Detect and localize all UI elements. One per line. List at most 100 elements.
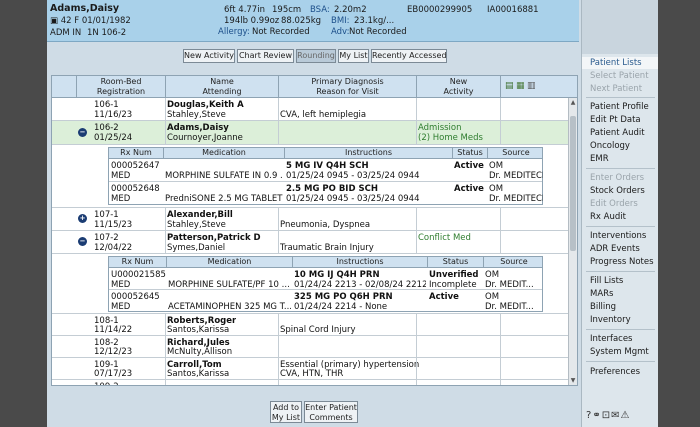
table-row-partial[interactable]: 109-2 xyxy=(52,380,577,385)
table-row[interactable]: − 107-2 12/04/22 Patterson,Patrick D Sym… xyxy=(52,231,577,254)
sidebar-item-patient-audit[interactable]: Patient Audit xyxy=(590,128,645,138)
col-name[interactable]: Name Attending xyxy=(165,76,278,98)
sidebar-item-next-patient[interactable]: Next Patient xyxy=(590,84,642,94)
sidebar-item-progress-notes[interactable]: Progress Notes xyxy=(590,257,654,267)
sidebar-item-rx-audit[interactable]: Rx Audit xyxy=(590,212,626,222)
table-row[interactable]: 108-2 12/12/23 Richard,Jules McNulty,All… xyxy=(52,336,577,358)
sidebar-item-interfaces[interactable]: Interfaces xyxy=(590,334,632,344)
col-diagnosis-label: Primary Diagnosis xyxy=(311,77,384,86)
utility-icons: ?⚭⊡✉⚠ xyxy=(586,410,630,421)
med-row[interactable]: U000021585 MED MORPHINE SULFATE/PF 10 ..… xyxy=(109,268,542,290)
source-type: OM xyxy=(489,161,504,171)
sidebar-item-fill-lists[interactable]: Fill Lists xyxy=(590,276,623,286)
sidebar-item-patient-lists[interactable]: Patient Lists xyxy=(582,57,658,69)
sidebar-item-mars[interactable]: MARs xyxy=(590,289,613,299)
sidebar-item-select-patient[interactable]: Select Patient xyxy=(590,71,649,81)
sidebar: Patient Lists Select Patient Next Patien… xyxy=(581,0,658,427)
checklist-icon[interactable]: ▦ xyxy=(516,81,525,91)
attending: Santos,Karissa xyxy=(167,369,230,379)
collapse-icon[interactable]: − xyxy=(78,237,87,246)
col-room-bed-label: Room-Bed xyxy=(100,77,142,86)
my-list-button[interactable]: My List xyxy=(338,49,369,63)
add-to-my-list-button[interactable]: Add to My List xyxy=(270,401,302,423)
table-header: Room-Bed Registration Name Attending Prima… xyxy=(52,76,577,98)
patient-name: Patterson,Patrick D xyxy=(167,233,261,243)
col-source: Source xyxy=(483,257,544,268)
notes-icon[interactable]: ▤ xyxy=(505,81,514,91)
rx-number: U000021585 xyxy=(111,270,166,280)
attending: Santos,Karissa xyxy=(167,325,230,335)
bmi-label: BMI: xyxy=(331,16,350,26)
med-row[interactable]: 000052647 MED MORPHINE SULFATE IN 0.9 ..… xyxy=(109,159,543,182)
eb-number: EB0000299905 xyxy=(407,5,473,15)
collapse-icon[interactable]: − xyxy=(78,128,87,137)
table-row[interactable]: + 107-1 11/15/23 Alexander,Bill Stahley,… xyxy=(52,208,577,231)
col-room-bed[interactable]: Room-Bed Registration xyxy=(76,76,165,98)
patient-table: Room-Bed Registration Name Attending Prima… xyxy=(51,75,578,386)
instruction-dose: 10 MG IJ Q4H PRN xyxy=(294,270,380,280)
instruction-dates: 01/25/24 0945 - 03/25/24 0944 xyxy=(286,171,420,181)
expand-icon[interactable]: + xyxy=(78,214,87,223)
sidebar-item-inventory[interactable]: Inventory xyxy=(590,315,631,325)
med-row[interactable]: 000052648 MED PredniSONE 2.5 MG TABLET 2… xyxy=(109,182,543,205)
activity-home-meds[interactable]: (2) Home Meds xyxy=(418,133,483,143)
chart-review-button[interactable]: Chart Review xyxy=(237,49,294,63)
med-row[interactable]: 000052645 MED ACETAMINOPHEN 325 MG T... … xyxy=(109,290,542,312)
new-activity-button[interactable]: New Activity xyxy=(183,49,235,63)
table-row[interactable]: 108-1 11/14/22 Roberts,Roger Santos,Kari… xyxy=(52,314,577,336)
sidebar-item-enter-orders[interactable]: Enter Orders xyxy=(590,173,644,183)
document-icon[interactable]: ▥ xyxy=(527,81,536,91)
col-new-activity[interactable]: New Activity xyxy=(416,76,500,98)
enter-patient-comments-button[interactable]: Enter Patient Comments xyxy=(304,401,358,423)
med-table-header: Rx Num Medication Instructions Status So… xyxy=(109,148,542,159)
med-status: Active xyxy=(429,292,459,302)
sidebar-item-patient-profile[interactable]: Patient Profile xyxy=(590,102,649,112)
sidebar-item-emr[interactable]: EMR xyxy=(590,154,609,164)
source-provider: Dr. MEDITECH xyxy=(489,171,543,181)
patient-name: Adams,Daisy xyxy=(167,123,229,133)
link-icon[interactable]: ⚭ xyxy=(592,410,601,421)
col-rx-num: Rx Num xyxy=(120,148,152,157)
instruction-dose: 5 MG IV Q4H SCH xyxy=(286,161,369,171)
sidebar-item-adr-events[interactable]: ADR Events xyxy=(590,244,640,254)
sidebar-item-billing[interactable]: Billing xyxy=(590,302,616,312)
sidebar-item-interventions[interactable]: Interventions xyxy=(590,231,646,241)
sidebar-item-edit-pt-data[interactable]: Edit Pt Data xyxy=(590,115,641,125)
scrollbar-thumb[interactable] xyxy=(570,116,576,251)
diagnosis: Traumatic Brain Injury xyxy=(280,243,374,253)
rounding-button[interactable]: Rounding xyxy=(296,49,336,63)
med-status-detail: Incomplete xyxy=(429,280,477,290)
sidebar-item-oncology[interactable]: Oncology xyxy=(590,141,630,151)
medication-name: MORPHINE SULFATE/PF 10 ... xyxy=(168,280,290,290)
sidebar-item-system-mgmt[interactable]: System Mgmt xyxy=(590,347,649,357)
activity-conflict-med[interactable]: Conflict Med xyxy=(418,233,471,243)
column-divider xyxy=(416,314,417,385)
table-row-selected[interactable]: − 106-2 01/25/24 Adams,Daisy Cournoyer,J… xyxy=(52,121,577,145)
scroll-down-icon[interactable]: ▼ xyxy=(569,376,577,385)
sidebar-item-edit-orders[interactable]: Edit Orders xyxy=(590,199,638,209)
warning-icon[interactable]: ⚠ xyxy=(620,410,630,421)
sidebar-item-preferences[interactable]: Preferences xyxy=(590,367,640,377)
attending: McNulty,Allison xyxy=(167,347,233,357)
table-row[interactable]: 106-1 11/16/23 Douglas,Keith A Stahley,S… xyxy=(52,98,577,121)
sidebar-item-stock-orders[interactable]: Stock Orders xyxy=(590,186,645,196)
room-bed: 109-2 xyxy=(94,382,119,385)
patient-name: Douglas,Keith A xyxy=(167,100,244,110)
lock-icon[interactable]: ⊡ xyxy=(602,410,611,421)
weight-metric: 88.025kg xyxy=(281,16,322,26)
registration-date: 11/15/23 xyxy=(94,220,133,230)
column-divider xyxy=(278,314,279,385)
recently-accessed-button[interactable]: Recently Accessed xyxy=(371,49,447,63)
rx-number: 000052645 xyxy=(111,292,160,302)
scroll-up-icon[interactable]: ▲ xyxy=(569,98,577,107)
col-diagnosis[interactable]: Primary Diagnosis Reason for Visit xyxy=(278,76,416,98)
patient-name: Alexander,Bill xyxy=(167,210,233,220)
patient-age-sex-dob: ▣ 42 F 01/01/1982 xyxy=(50,16,131,26)
column-divider xyxy=(500,208,501,254)
table-scrollbar[interactable]: ▲ ▼ xyxy=(568,98,577,385)
person-icon: ▣ xyxy=(50,16,59,26)
table-row[interactable]: 109-1 07/17/23 Carroll,Tom Santos,Kariss… xyxy=(52,358,577,380)
attending: Stahley,Steve xyxy=(167,110,226,120)
rx-type: MED xyxy=(111,302,131,312)
activity-admission[interactable]: Admission xyxy=(418,123,462,133)
